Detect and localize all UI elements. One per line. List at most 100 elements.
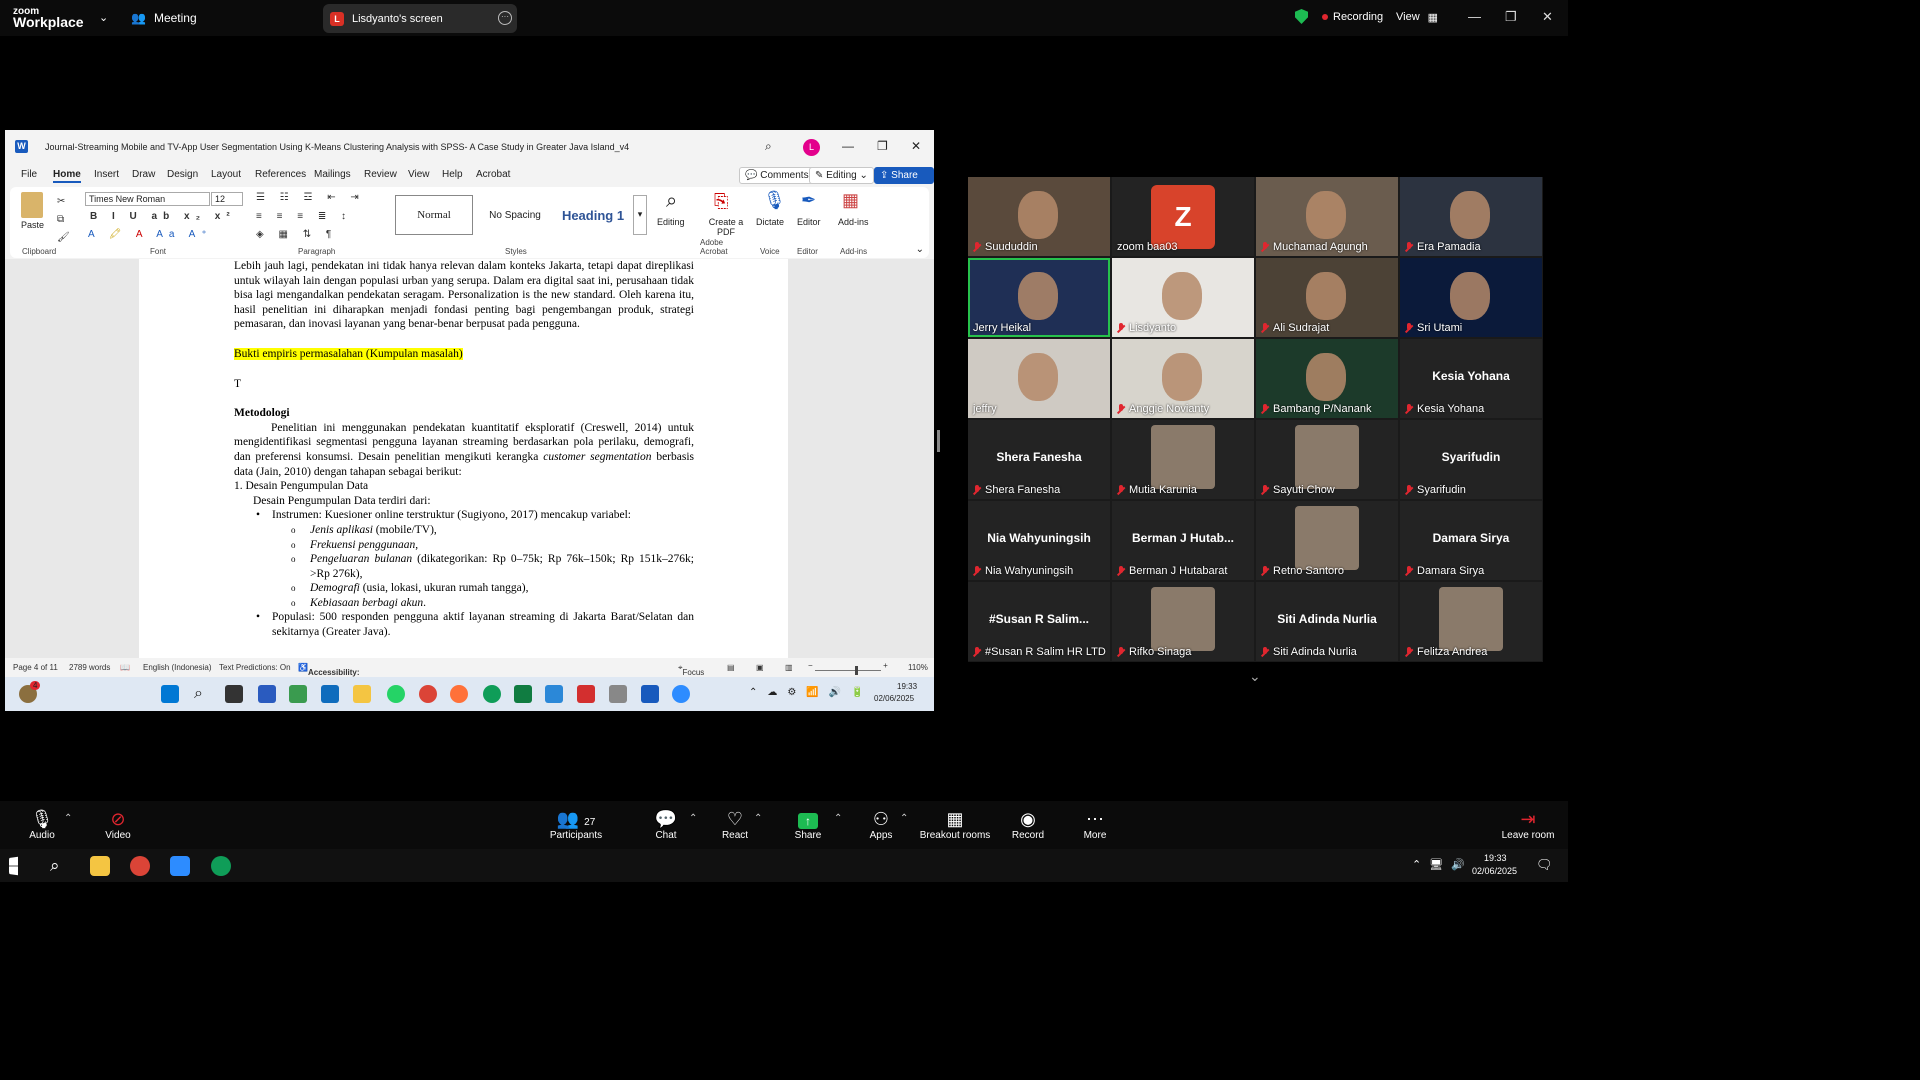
firefox-icon[interactable] [450,685,468,703]
proofing-icon[interactable]: 📖 [120,663,130,672]
editing-group[interactable]: ⌕ Editing [655,187,695,258]
tab-draw[interactable]: Draw [132,169,155,180]
paste-icon[interactable] [21,192,43,218]
comments-button[interactable]: 💬 Comments [739,167,815,184]
share-options-caret[interactable]: ⌃ [834,813,842,824]
tab-insert[interactable]: Insert [94,169,119,180]
zoom-taskbar-icon[interactable] [672,685,690,703]
file-explorer-icon[interactable] [353,685,371,703]
word-count[interactable]: 2789 words [69,663,110,672]
split-resize-handle[interactable] [937,430,940,452]
notifications-icon[interactable]: 🗨 [1536,857,1553,873]
web-layout-icon[interactable]: ▥ [785,663,793,672]
document-page[interactable]: Lebih jauh lagi, pendekatan ini tidak ha… [139,259,788,658]
styles-expand-icon[interactable]: ▾ [633,195,647,235]
participant-tile[interactable]: Syarifudin Syarifudin [1400,420,1542,499]
participant-tile[interactable]: Zzoom baa03 [1112,177,1254,256]
task-view-icon[interactable] [225,685,243,703]
record-button[interactable]: ◉ Record [993,808,1063,841]
chevron-down-icon[interactable]: ⌄ [99,11,108,24]
participant-tile[interactable]: Muchamad Agungh [1256,177,1398,256]
participant-tile[interactable]: Shera Fanesha Shera Fanesha [968,420,1110,499]
tab-home[interactable]: Home [53,169,81,183]
security-app-icon[interactable] [258,685,276,703]
react-options-caret[interactable]: ⌃ [754,813,762,824]
audio-options-caret[interactable]: ⌃ [64,813,72,824]
participant-tile[interactable]: Rifko Sinaga [1112,582,1254,661]
excel-icon[interactable] [514,685,532,703]
tab-layout[interactable]: Layout [211,169,241,180]
participant-tile[interactable]: Ali Sudrajat [1256,258,1398,337]
zoom-slider[interactable]: − + [808,661,898,676]
participant-tile[interactable]: Suududdin [968,177,1110,256]
participant-tile[interactable]: Siti Adinda Nurlia Siti Adinda Nurlia [1256,582,1398,661]
windows-start-icon[interactable] [9,856,18,876]
zoom-slider-thumb[interactable] [854,666,858,676]
focus-button[interactable]: ⌖ Focus [678,663,704,677]
participants-button[interactable]: 👥 27 Participants [541,808,611,841]
font-name-field[interactable]: Times New Roman [85,192,210,206]
editor-button[interactable]: ✒ Editor Editor [793,187,827,258]
snipping-tool-icon[interactable] [609,685,627,703]
zoom-percent[interactable]: 110% [908,663,928,672]
participant-tile[interactable]: Damara Sirya Damara Sirya [1400,501,1542,580]
style-no-spacing[interactable]: No Spacing [477,195,553,235]
page-count[interactable]: Page 4 of 11 [13,663,58,672]
dictate-button[interactable]: 🎙 Dictate Voice [754,187,788,258]
file-explorer-icon[interactable] [90,856,110,876]
minimize-icon[interactable]: — [1468,9,1481,24]
apps-options-caret[interactable]: ⌃ [900,813,908,824]
tray-icons[interactable]: ⌃☁⚙📶🔊🔋 [749,687,874,698]
tab-mailings[interactable]: Mailings [314,169,351,180]
participant-tile[interactable]: Retno Santoro [1256,501,1398,580]
participant-tile[interactable]: Mutia Karunia [1112,420,1254,499]
search-icon[interactable]: ⌕ [194,685,212,703]
breakout-rooms-button[interactable]: ▦ Breakout rooms [918,808,992,841]
video-button[interactable]: ⊘ Video [83,808,153,841]
screen-share-pill[interactable]: L Lisdyanto's screen ··· [323,4,517,33]
recording-indicator[interactable]: Recording [1322,11,1383,23]
search-icon[interactable]: ⌕ [50,856,70,876]
share-screen-button[interactable]: ↑ Share [773,808,843,841]
participant-tile[interactable]: Sri Utami [1400,258,1542,337]
chrome-profile-icon[interactable] [483,685,501,703]
gallery-next-page-icon[interactable]: ⌄ [1249,668,1261,685]
paste-button[interactable]: Paste [21,220,44,230]
participant-tile[interactable]: Jerry Heikal [968,258,1110,337]
tab-review[interactable]: Review [364,169,397,180]
notes-icon[interactable] [545,685,563,703]
close-icon[interactable]: ✕ [911,139,921,153]
meeting-menu[interactable]: 👥 Meeting [131,11,197,25]
tab-help[interactable]: Help [442,169,463,180]
minimize-icon[interactable]: — [842,139,854,153]
collapse-ribbon-icon[interactable]: ⌄ [916,244,924,255]
participant-tile[interactable]: Bambang P/Nanank [1256,339,1398,418]
share-button[interactable]: ⇪ Share ⌄ [874,167,934,192]
tab-references[interactable]: References [255,169,306,180]
user-avatar[interactable]: L [803,139,820,156]
cut-copy-format-icons[interactable]: ✂ ⧉ 🖌 [57,193,70,247]
language-status[interactable]: English (Indonesia) [143,663,211,672]
participant-tile[interactable]: Nia Wahyuningsih Nia Wahyuningsih [968,501,1110,580]
print-layout-icon[interactable]: ▣ [756,663,764,672]
chrome-icon[interactable] [130,856,150,876]
participant-tile[interactable]: Sayuti Chow [1256,420,1398,499]
word-taskbar-icon[interactable] [641,685,659,703]
leave-room-button[interactable]: ⇥ Leave room [1493,808,1563,841]
view-button[interactable]: View ▦ [1396,11,1438,24]
bold-italic-underline-icons[interactable]: B I U ab x₂ x² [90,211,236,222]
font-size-field[interactable]: 12 [211,192,243,206]
start-icon[interactable] [161,685,179,703]
whatsapp-icon[interactable] [387,685,405,703]
tab-design[interactable]: Design [167,169,198,180]
text-effects-color-icons[interactable]: A 🖍 A Aa A⁺ [88,229,213,240]
search-icon[interactable]: ⌕ [765,139,772,154]
create-pdf-button[interactable]: ⎘ Create a PDF Adobe Acrobat [700,187,752,258]
app-icon[interactable] [289,685,307,703]
zoom-app-icon[interactable] [170,856,190,876]
participant-tile[interactable]: #Susan R Salim... #Susan R Salim HR LTD [968,582,1110,661]
document-title[interactable]: Journal-Streaming Mobile and TV-App User… [45,142,629,152]
restore-icon[interactable]: ❐ [877,139,888,153]
tab-acrobat[interactable]: Acrobat [476,169,510,180]
list-indent-icons[interactable]: ☰ ☷ ☲ ⇤ ⇥ [256,192,365,203]
